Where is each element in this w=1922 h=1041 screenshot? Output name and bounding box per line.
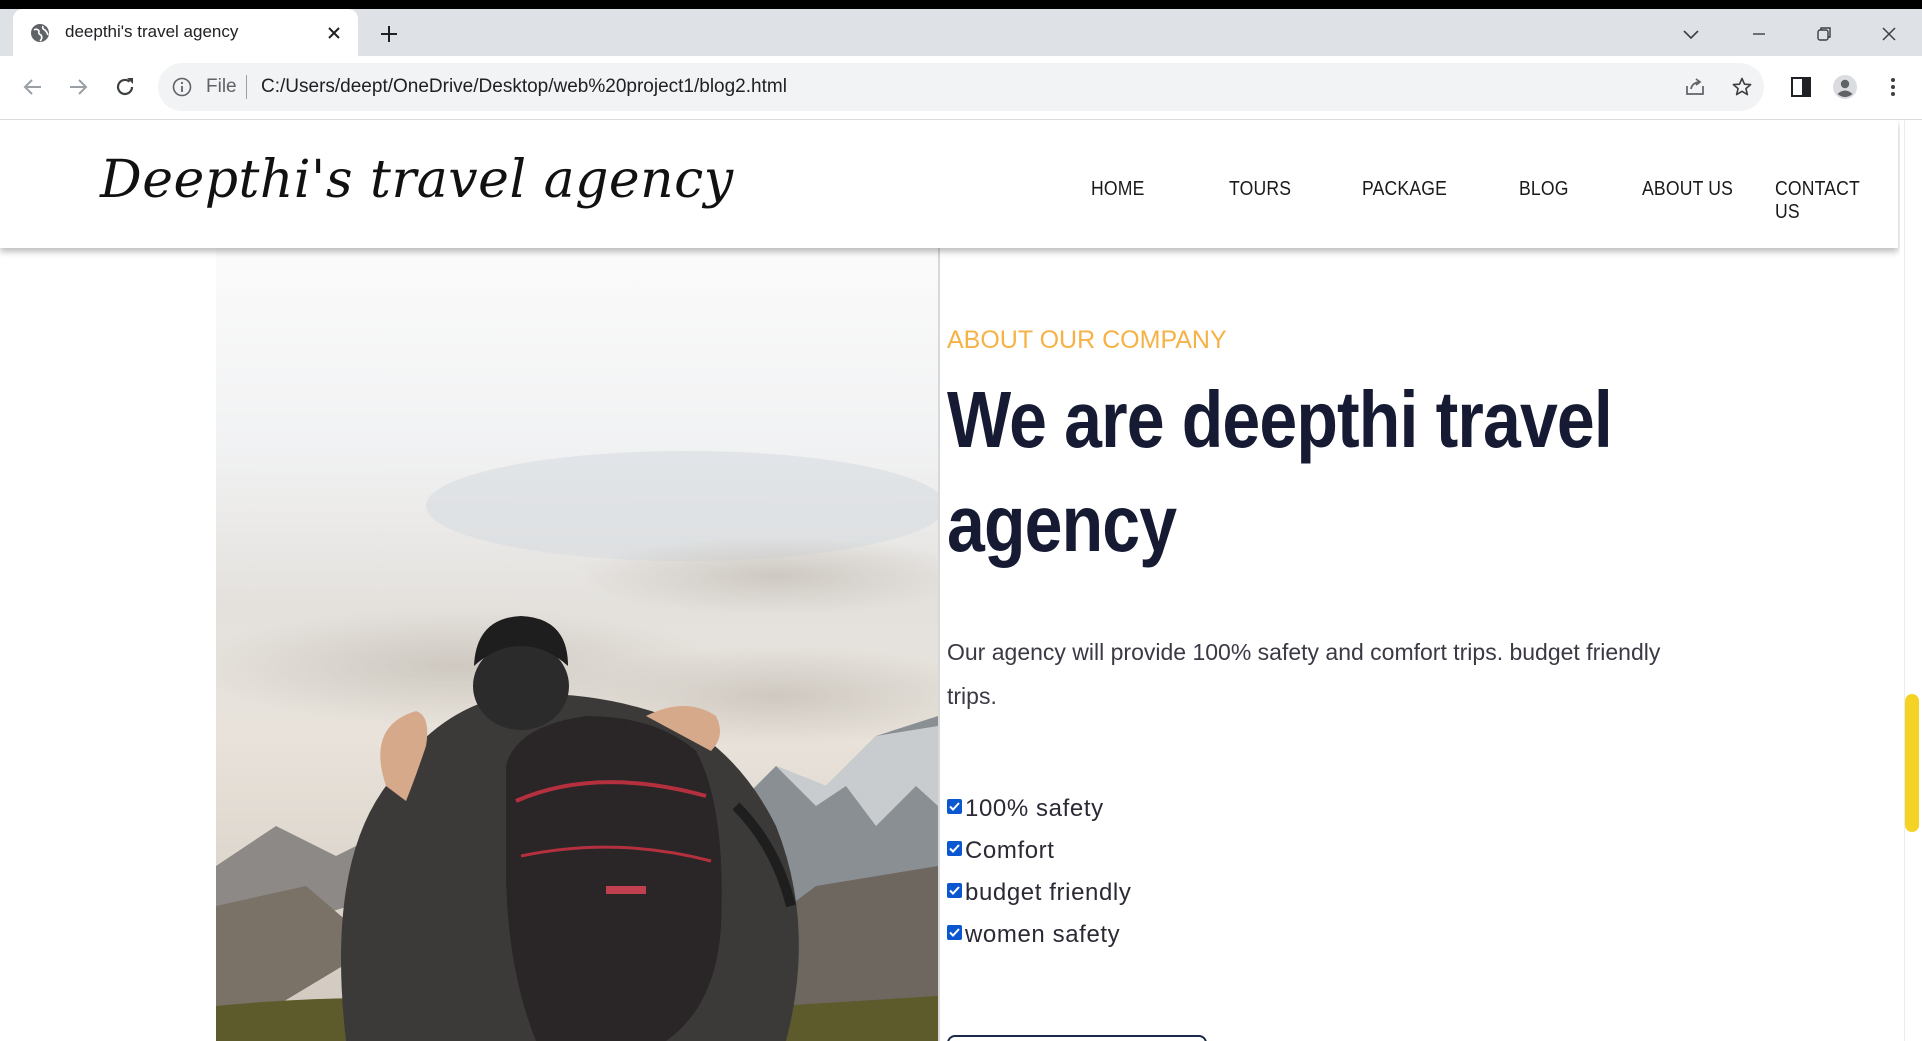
window-top-edge [0,0,1922,9]
restore-icon[interactable] [1813,23,1835,45]
star-bookmark-icon[interactable] [1731,76,1753,98]
tab-strip: deepthi's travel agency [0,9,1922,56]
feature-item: Comfort [947,830,1131,872]
nav-package[interactable]: PACKAGE [1362,178,1447,201]
page-viewport: Deepthi's travel agency HOME TOURS PACKA… [0,120,1900,1041]
scheme-label: File [206,76,237,97]
hiker-photo [216,246,940,1041]
omnibox-divider [246,75,247,99]
nav-contact-us[interactable]: CONTACT US [1775,178,1883,224]
tab-title: deepthi's travel agency [65,22,239,41]
checked-checkbox[interactable] [947,840,962,856]
toolbar: File C:/Users/deept/OneDrive/Desktop/web… [0,56,1922,120]
share-icon[interactable] [1684,76,1706,98]
checked-checkbox[interactable] [947,882,962,898]
reload-icon[interactable] [112,74,138,100]
checked-checkbox[interactable] [947,924,962,940]
scrollbar-track[interactable] [1904,120,1919,1041]
section-description: Our agency will provide 100% safety and … [947,639,1661,709]
site-header: Deepthi's travel agency HOME TOURS PACKA… [0,120,1898,248]
checked-checkbox[interactable] [947,798,962,814]
tab-search-chevron-down-icon[interactable] [1680,23,1702,45]
feature-label: 100% safety [965,795,1104,822]
nav-tours[interactable]: TOURS [1229,178,1291,201]
feature-label: Comfort [965,837,1055,864]
scrollbar-thumb[interactable] [1905,694,1919,832]
nav-home[interactable]: HOME [1091,178,1145,201]
feature-label: women safety [965,921,1121,948]
kebab-menu-icon[interactable] [1880,74,1906,100]
feature-item: women safety [947,914,1131,956]
forward-arrow-icon[interactable] [65,74,91,100]
close-window-icon[interactable] [1878,23,1900,45]
feature-label: budget friendly [965,879,1132,906]
feature-item: 100% safety [947,788,1131,830]
minimize-icon[interactable] [1748,23,1770,45]
browser-tab[interactable]: deepthi's travel agency [13,9,358,56]
nav-about-us[interactable]: ABOUT US [1642,178,1733,201]
feature-list: 100% safety Comfort budget friendly wome… [947,788,1131,956]
feature-item: budget friendly [947,872,1131,914]
new-tab-plus-icon[interactable] [378,23,400,45]
address-bar[interactable]: File C:/Users/deept/OneDrive/Desktop/web… [158,63,1764,111]
profile-avatar-icon[interactable] [1832,74,1858,100]
nav-blog[interactable]: BLOG [1519,178,1569,201]
globe-icon [31,24,49,42]
page-scrollbar[interactable] [1900,120,1922,1041]
section-eyebrow: ABOUT OUR COMPANY [947,326,1227,354]
back-arrow-icon[interactable] [20,74,46,100]
site-logo[interactable]: Deepthi's travel agency [100,150,734,210]
close-icon[interactable] [324,23,344,43]
info-icon[interactable] [172,77,192,97]
section-headline: We are deepthi travel agency [947,375,1613,568]
read-more-button[interactable] [947,1035,1207,1041]
side-panel-icon[interactable] [1788,74,1814,100]
url-text[interactable]: C:/Users/deept/OneDrive/Desktop/web%20pr… [261,76,787,98]
